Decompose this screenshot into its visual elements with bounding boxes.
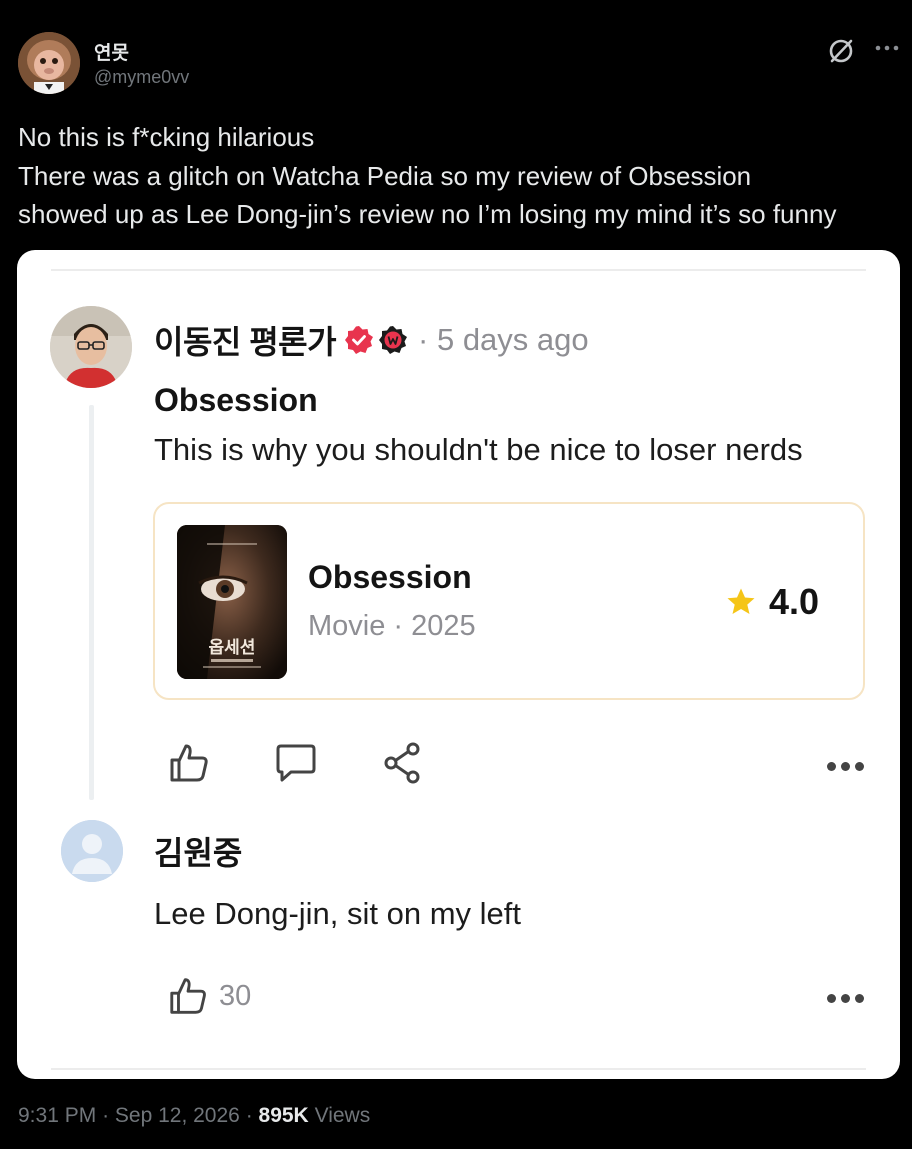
tweet-line: showed up as Lee Dong-jin’s review no I’… [18,199,837,229]
author-handle[interactable]: @myme0vv [94,67,189,88]
star-icon [725,586,757,618]
movie-card[interactable]: 옵세션 Obsession Movie · 2025 4.0 [153,502,865,700]
divider [51,269,866,271]
author-avatar[interactable] [18,32,80,94]
share-icon [384,742,420,784]
tweet-date[interactable]: Sep 12, 2026 [115,1104,240,1127]
tweet-line: There was a glitch on Watcha Pedia so my… [18,160,752,191]
tweet-line: No this is f*cking hilarious [18,122,315,152]
views-count: 895K [258,1104,309,1127]
views-label: Views [314,1104,371,1127]
reviewer-avatar[interactable] [50,306,132,388]
tweet-text: No this is f*cking hilarious There was a… [18,118,903,234]
commenter-avatar[interactable] [61,820,123,882]
more-dots-icon[interactable] [827,990,871,1004]
watcha-w-icon [378,325,408,355]
rating: 4.0 [725,581,819,623]
rating-value: 4.0 [769,581,820,622]
comment-icon [276,744,316,782]
comment-like-count: 30 [219,979,252,1012]
share-button[interactable] [380,740,426,786]
embedded-image-card[interactable]: 이동진 평론가 · 5 days ago Obsession This is w… [17,250,900,1079]
more-icon[interactable] [873,36,901,64]
review-actions [167,740,867,788]
poster-title: 옵세션 [209,638,256,658]
tweet-header: 연못 @myme0vv [18,30,901,100]
like-icon [170,744,208,782]
comment-text: Lee Dong-jin, sit on my left [154,896,522,931]
tweet-time[interactable]: 9:31 PM [18,1104,96,1127]
reviewer-name[interactable]: 이동진 평론가 [154,317,337,363]
separator: · [245,1104,259,1127]
verified-icon [344,325,374,355]
movie-title[interactable]: Obsession [308,559,472,596]
tweet-footer: 9:31 PM · Sep 12, 2026 · 895K Views [18,1104,370,1128]
like-button[interactable] [167,740,213,786]
commenter-name[interactable]: 김원중 [154,828,242,874]
divider [51,1068,866,1070]
comment-like-button[interactable]: 30 [167,974,251,1018]
review-title: Obsession [154,382,318,418]
separator: · [102,1104,115,1127]
reviewer-row: 이동진 평론가 · 5 days ago [154,318,589,362]
grok-icon[interactable] [826,36,856,66]
movie-meta: Movie · 2025 [308,610,476,642]
thread-line [89,405,94,800]
more-dots-icon[interactable] [827,758,871,772]
like-icon [170,978,206,1014]
review-body: This is why you shouldn't be nice to los… [154,432,803,467]
movie-poster[interactable]: 옵세션 [177,525,287,679]
time-ago: · 5 days ago [418,322,589,357]
comment-button[interactable] [273,740,319,786]
author-name[interactable]: 연못 [94,38,129,65]
